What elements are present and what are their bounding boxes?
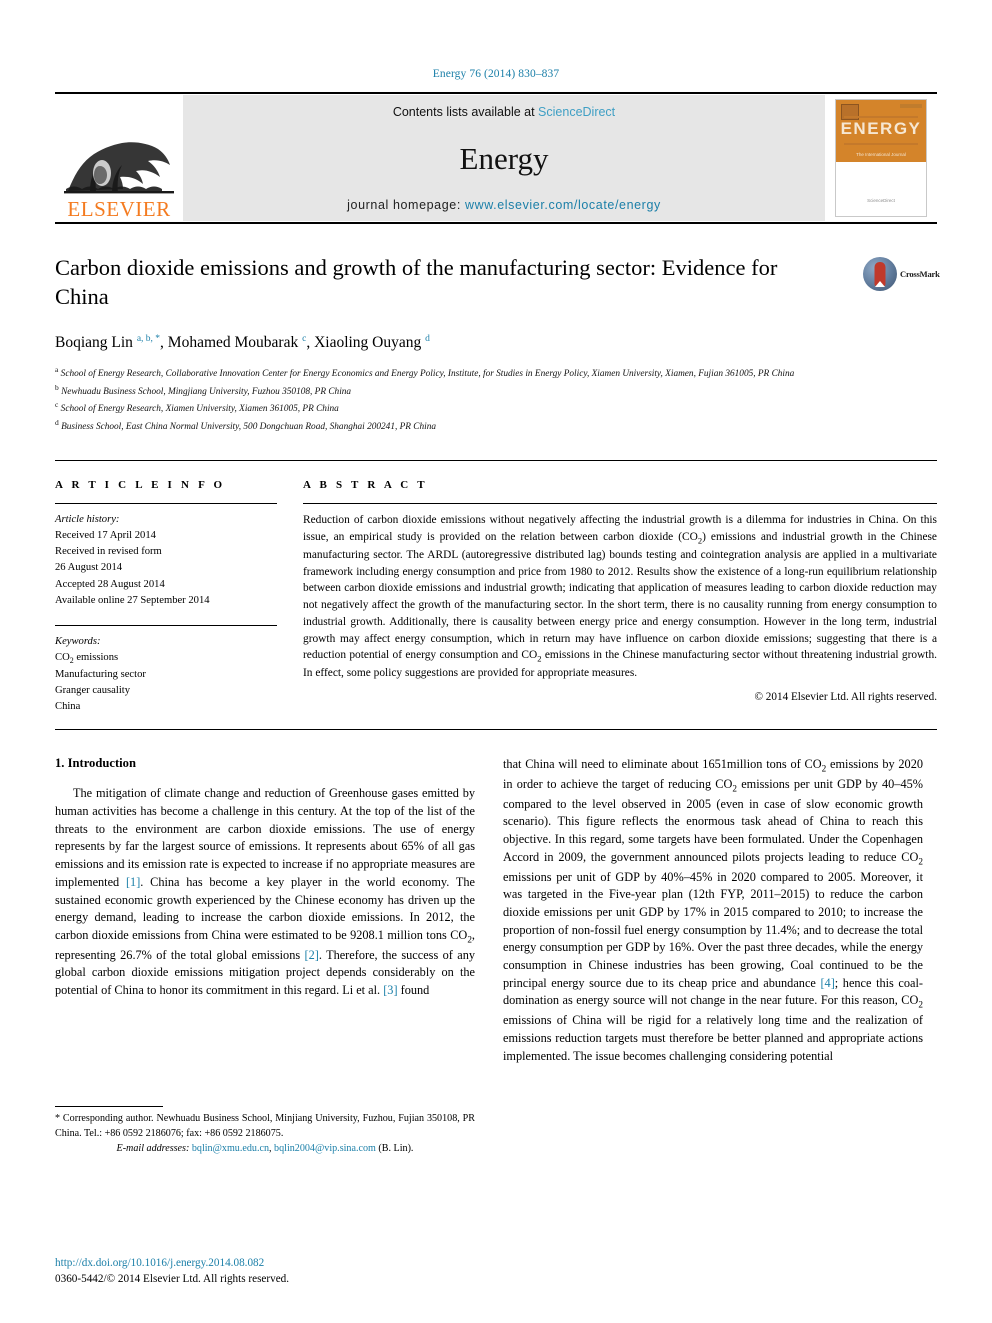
affiliation-marker: d (55, 417, 59, 427)
sciencedirect-link[interactable]: ScienceDirect (538, 105, 615, 119)
affiliation-item: a School of Energy Research, Collaborati… (55, 365, 795, 380)
citation-link[interactable]: [2] (305, 948, 319, 962)
journal-homepage-line: journal homepage: www.elsevier.com/locat… (347, 198, 661, 212)
contents-prefix: Contents lists available at (392, 105, 539, 119)
title-section: Carbon dioxide emissions and growth of t… (55, 254, 940, 314)
journal-masthead: ELSEVIER Contents lists available at Sci… (55, 92, 937, 224)
keywords-rule (55, 624, 277, 626)
abstract-copyright: © 2014 Elsevier Ltd. All rights reserved… (754, 690, 938, 703)
article-history-item: Accepted 28 August 2014 (55, 578, 165, 590)
contents-panel: Contents lists available at ScienceDirec… (183, 95, 825, 221)
doi-link[interactable]: http://dx.doi.org/10.1016/j.energy.2014.… (55, 1257, 485, 1269)
issn-copyright: 0360-5442/© 2014 Elsevier Ltd. All right… (55, 1273, 290, 1285)
keyword-items: CO2 emissions Manufacturing sector Granger… (55, 650, 277, 715)
elsevier-logo: ELSEVIER (55, 94, 183, 222)
keyword-item: Manufacturing sector (55, 669, 146, 680)
intro-paragraph-right: that China will need to eliminate about … (503, 757, 923, 1063)
article-history-items: Received 17 April 2014 Received in revise… (55, 528, 277, 608)
affiliation-marker: a (55, 365, 59, 375)
author-list: Boqiang Lin a, b, *, Mohamed Moubarak c,… (55, 334, 430, 352)
article-history-item: Received in revised form (55, 546, 162, 558)
keyword-item: CO2 emissions (55, 651, 119, 665)
keyword-item: Granger causality (55, 685, 131, 697)
keyword-item: China (55, 701, 81, 713)
footnote-rule (55, 1106, 163, 1108)
body-columns: 1. Introduction The mitigation of climat… (55, 756, 937, 1156)
email-label: E-mail addresses: (116, 1142, 190, 1154)
article-info-heading: A R T I C L E I N F O (55, 479, 226, 492)
cover-top-band: ENERGY The International Journal (836, 100, 926, 162)
crossmark-badge-group[interactable]: CrossMark (863, 250, 940, 298)
right-column: that China will need to eliminate about … (503, 756, 923, 1156)
article-history-item: Available online 27 September 2014 (55, 594, 210, 606)
article-history-block: Article history: Received 17 April 2014 R… (55, 512, 277, 609)
journal-reference: Energy 76 (2014) 830–837 (432, 68, 560, 80)
contents-available-line: Contents lists available at ScienceDirec… (393, 105, 615, 119)
article-history-label: Article history: (55, 514, 120, 526)
email-link-secondary[interactable]: bqlin2004@vip.sina.com (274, 1143, 376, 1154)
elsevier-tree-icon (64, 142, 174, 194)
homepage-prefix: journal homepage: (347, 198, 465, 212)
journal-title: Energy (459, 141, 549, 176)
abstract-column: A B S T R A C T Reduction of carbon diox… (303, 479, 937, 715)
bottom-metadata: http://dx.doi.org/10.1016/j.energy.2014.… (55, 1257, 485, 1287)
abstract-rule (303, 503, 937, 505)
abstract-heading: A B S T R A C T (303, 479, 428, 492)
affiliation-item: c School of Energy Research, Xiamen Univ… (55, 400, 339, 415)
cover-sciencedirect-logo: ScienceDirect (867, 197, 895, 203)
citation-link[interactable]: [4] (820, 976, 834, 990)
homepage-url-link[interactable]: www.elsevier.com/locate/energy (465, 198, 661, 212)
keywords-block: Keywords: CO2 emissions Manufacturing sec… (55, 634, 277, 716)
page-title: Carbon dioxide emissions and growth of t… (55, 255, 778, 309)
email-note: E-mail addresses: bqlin@xmu.edu.cn, bqli… (116, 1142, 414, 1154)
elsevier-wordmark: ELSEVIER (67, 197, 171, 221)
cover-journal-name: ENERGY (840, 119, 922, 138)
corresponding-author-note: * Corresponding author. Newhuadu Busines… (55, 1113, 475, 1140)
crossmark-icon (863, 257, 897, 291)
citation-link[interactable]: [1] (126, 875, 140, 889)
footnote-block: * Corresponding author. Newhuadu Busines… (55, 1106, 475, 1156)
article-history-item: 26 August 2014 (55, 562, 123, 574)
affiliation-marker: c (55, 400, 59, 410)
intro-paragraph-left: The mitigation of climate change and red… (55, 786, 475, 998)
email-link-primary[interactable]: bqlin@xmu.edu.cn (192, 1143, 269, 1154)
affiliation-marker: b (55, 382, 59, 392)
abstract-body: Reduction of carbon dioxide emissions wi… (303, 514, 937, 680)
cover-image: ENERGY The International Journal Science… (835, 99, 927, 217)
introduction-heading: 1. Introduction (55, 756, 136, 771)
journal-cover-thumbnail: ENERGY The International Journal Science… (825, 94, 937, 222)
cover-subtitle: The International Journal (856, 152, 906, 157)
affiliation-list: a School of Energy Research, Collaborati… (55, 364, 937, 434)
email-owner: (B. Lin). (378, 1142, 414, 1154)
affiliation-item: d Business School, East China Normal Uni… (55, 417, 437, 432)
article-info-rule (55, 503, 277, 505)
keywords-label: Keywords: (55, 635, 101, 647)
article-info-column: A R T I C L E I N F O Article history: R… (55, 479, 277, 715)
cover-barcode-icon (900, 104, 922, 108)
citation-link[interactable]: [3] (383, 983, 397, 997)
left-column: 1. Introduction The mitigation of climat… (55, 756, 475, 1156)
paper-page: Energy 76 (2014) 830–837 ELSEVIER Conten… (0, 0, 992, 1323)
affiliation-item: b Newhuadu Business School, Mingjiang Un… (55, 382, 352, 397)
info-abstract-section: A R T I C L E I N F O Article history: R… (55, 460, 937, 715)
crossmark-label: CrossMark (900, 269, 940, 279)
section-divider (55, 729, 937, 731)
article-history-item: Received 17 April 2014 (55, 530, 156, 542)
